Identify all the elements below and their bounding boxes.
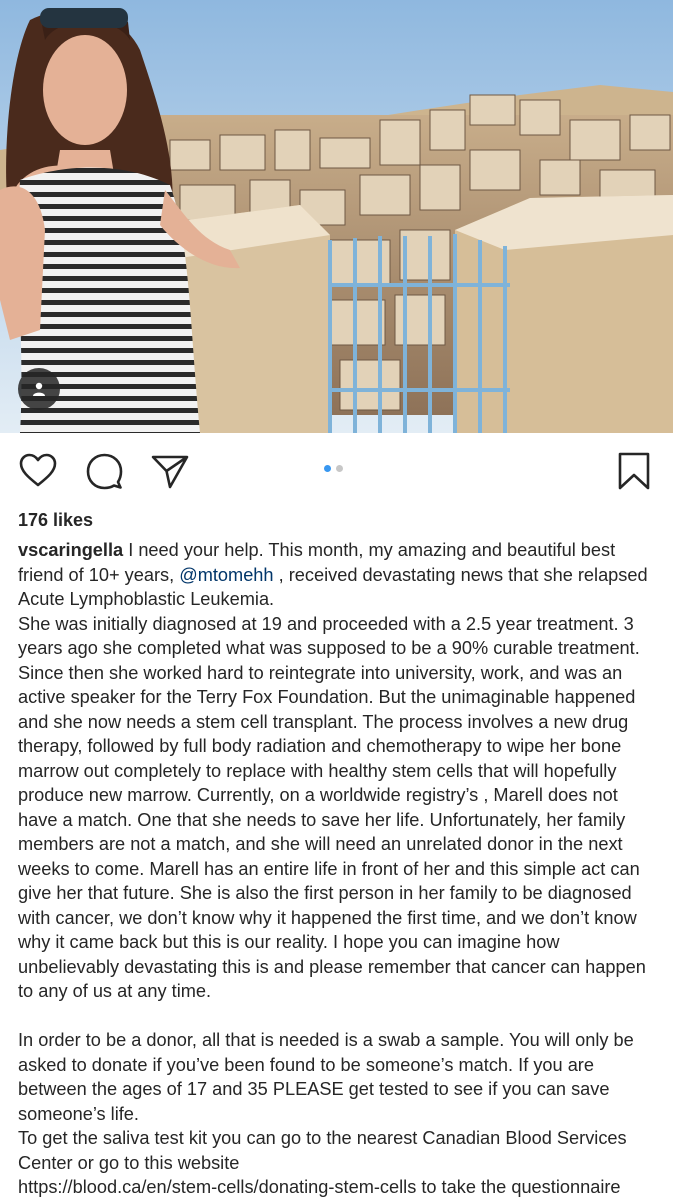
- caption-mention[interactable]: @mtomehh: [179, 565, 273, 585]
- post-caption: vscaringella I need your help. This mont…: [18, 538, 658, 1200]
- likes-count[interactable]: 176 likes: [18, 510, 93, 531]
- post-photo[interactable]: [0, 0, 673, 433]
- user-tag-icon: [33, 382, 45, 396]
- caption-username[interactable]: vscaringella: [18, 540, 123, 560]
- share-button[interactable]: [150, 451, 190, 491]
- comment-button[interactable]: [84, 451, 124, 491]
- tag-people-button[interactable]: [18, 368, 60, 410]
- send-icon: [151, 455, 189, 489]
- caption-paragraph: vscaringella I need your help. This mont…: [18, 538, 658, 612]
- carousel-indicator: [324, 465, 343, 472]
- caption-paragraph: In order to be a donor, all that is need…: [18, 1030, 634, 1124]
- caption-paragraph: She was initially diagnosed at 19 and pr…: [18, 613, 646, 1002]
- carousel-dot-active: [324, 465, 331, 472]
- bookmark-icon: [618, 452, 650, 490]
- caption-link[interactable]: https://blood.ca/en/stem-cells/donating-…: [18, 1175, 658, 1200]
- carousel-dot: [336, 465, 343, 472]
- like-button[interactable]: [18, 451, 58, 491]
- caption-paragraph: To get the saliva test kit you can go to…: [18, 1128, 627, 1173]
- heart-icon: [19, 453, 57, 487]
- post-photo-illustration: [0, 0, 673, 433]
- save-button[interactable]: [614, 451, 654, 491]
- comment-icon: [86, 453, 123, 490]
